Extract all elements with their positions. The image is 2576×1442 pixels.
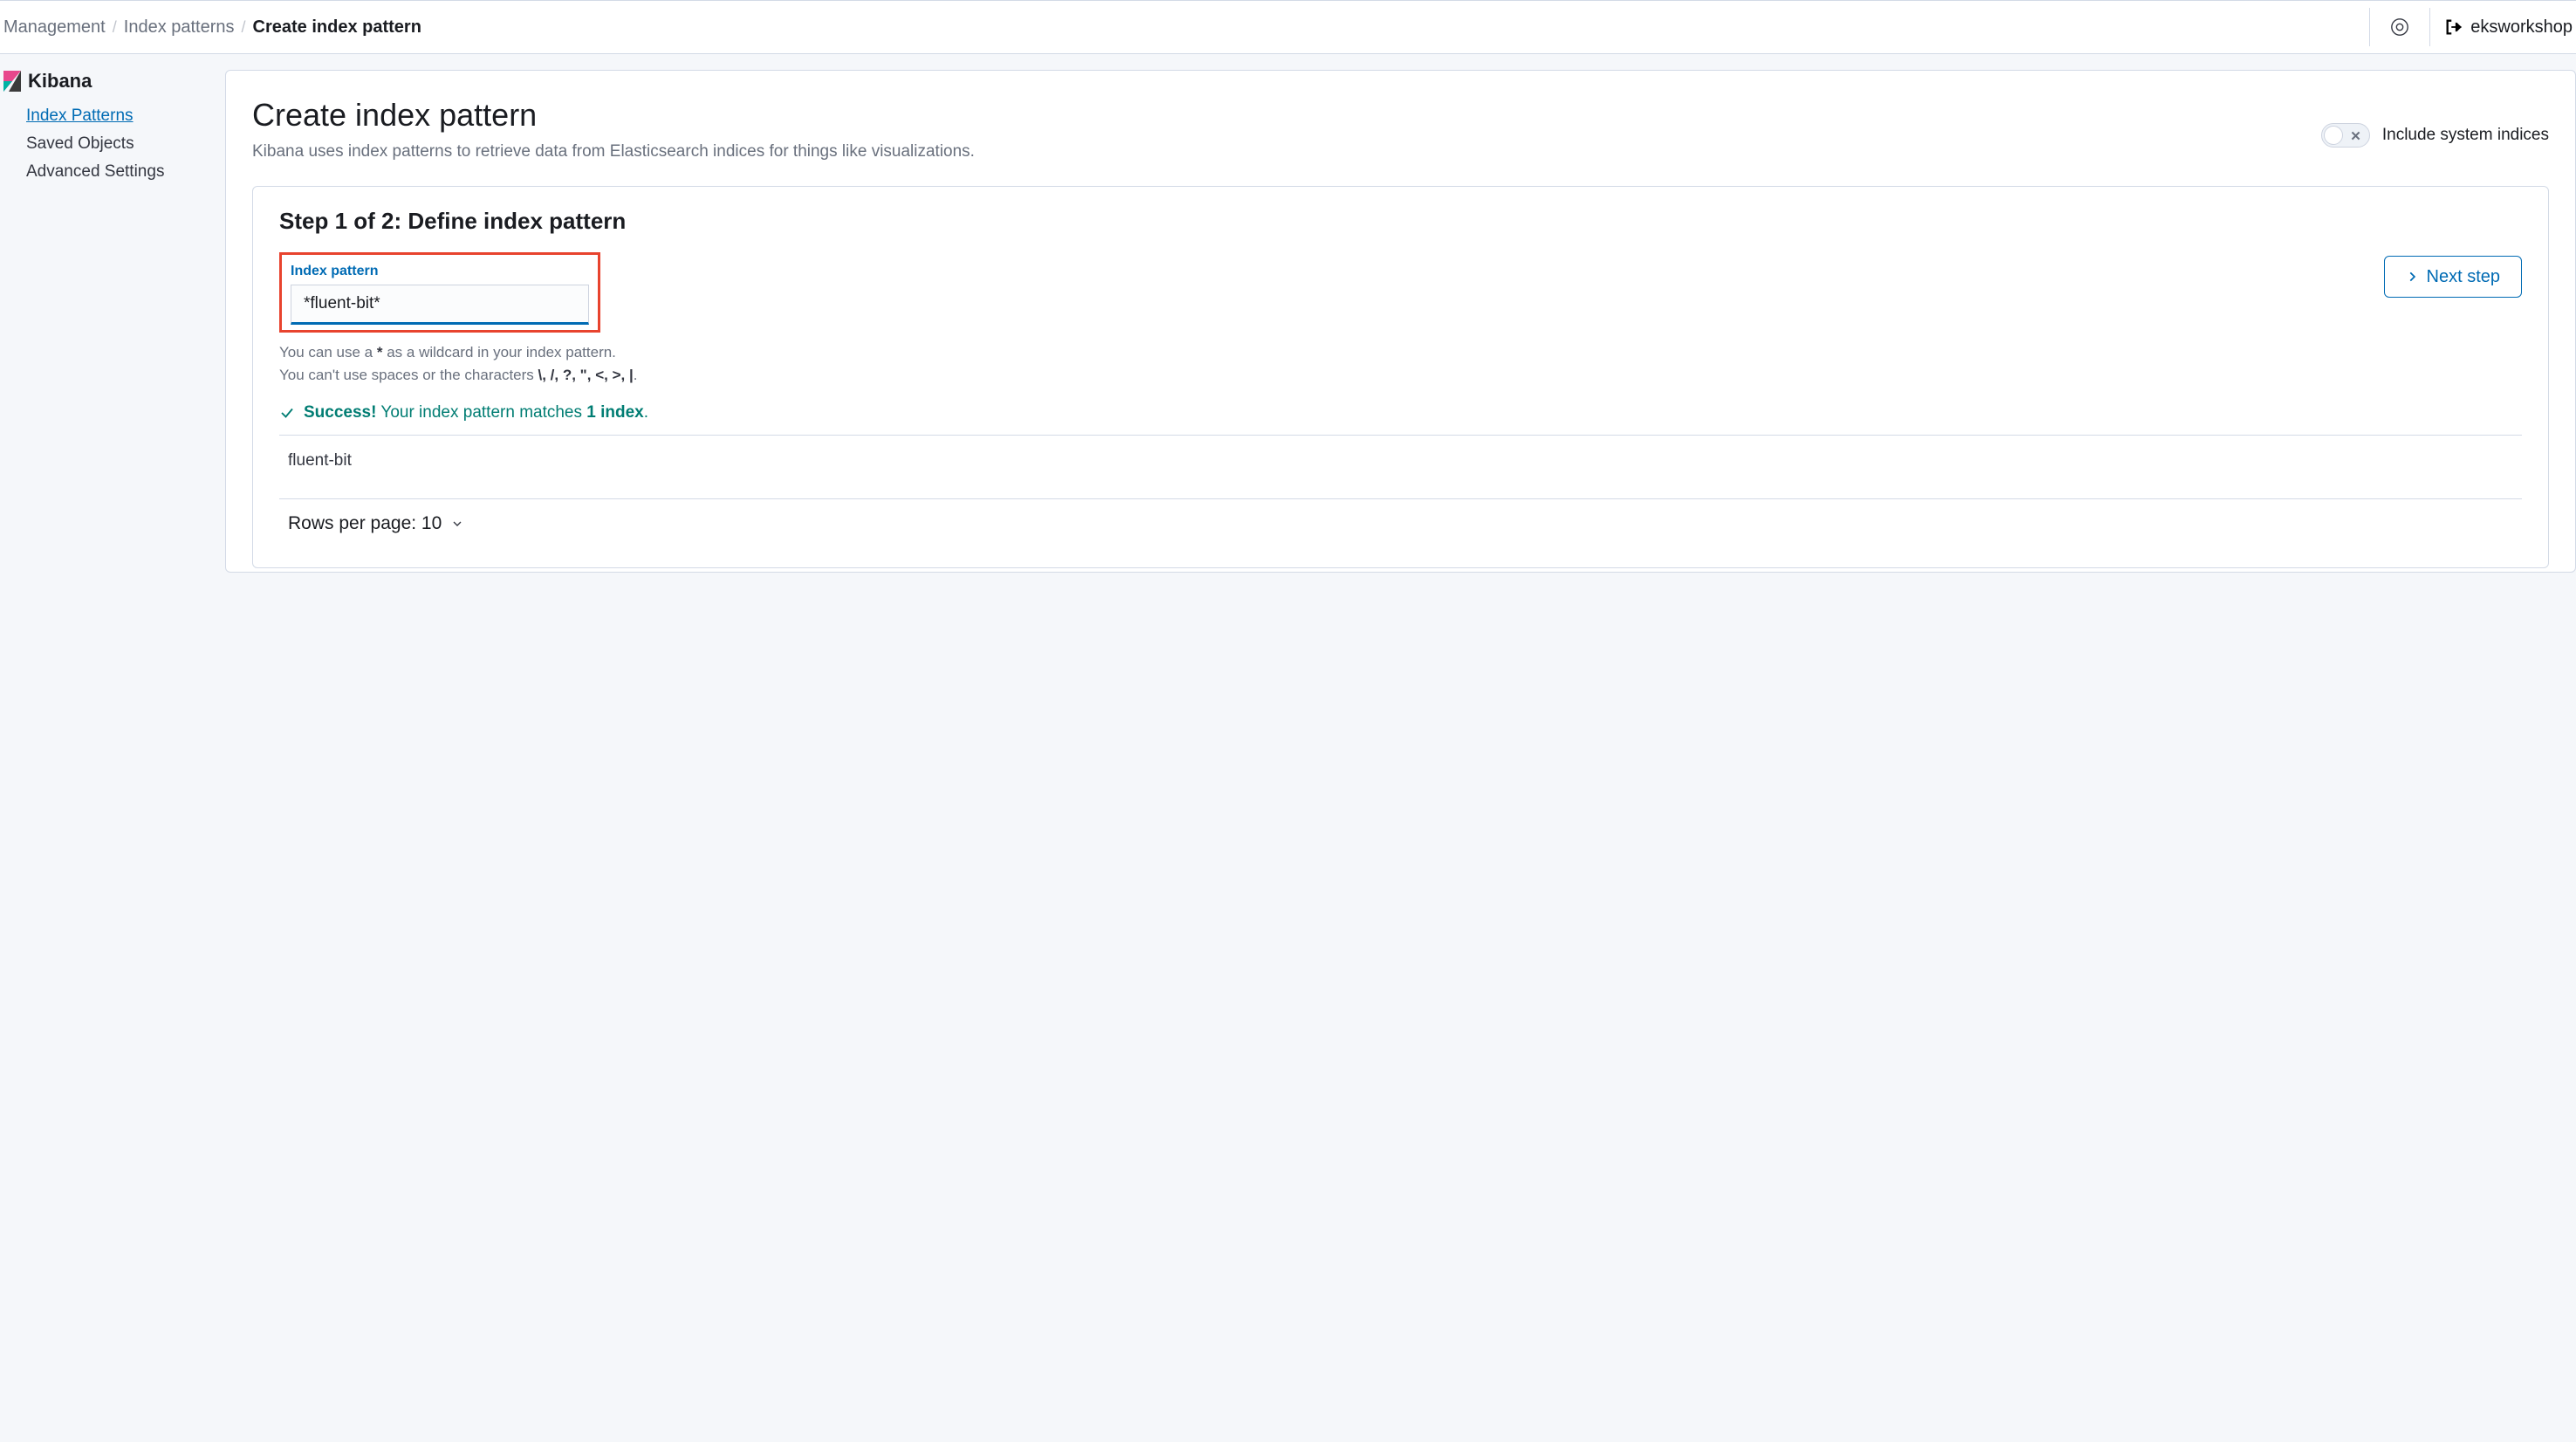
- step-panel: Step 1 of 2: Define index pattern Index …: [252, 186, 2549, 568]
- page-subtitle: Kibana uses index patterns to retrieve d…: [252, 142, 975, 161]
- check-icon: [279, 405, 295, 421]
- match-row: fluent-bit: [279, 436, 2522, 486]
- rows-per-page-selector[interactable]: Rows per page: 10: [279, 499, 2522, 541]
- exit-icon: [2444, 17, 2463, 37]
- sidebar-title: Kibana: [3, 70, 216, 93]
- top-bar: Management / Index patterns / Create ind…: [0, 0, 2576, 54]
- index-pattern-label: Index pattern: [291, 264, 589, 279]
- workspace-switcher[interactable]: eksworkshop: [2444, 17, 2573, 38]
- kibana-logo-icon: [3, 71, 21, 92]
- success-message: Success! Your index pattern matches 1 in…: [279, 403, 2522, 422]
- breadcrumb-index-patterns[interactable]: Index patterns: [124, 17, 235, 38]
- sidebar: Kibana Index Patterns Saved Objects Adva…: [0, 54, 225, 573]
- workspace-name: eksworkshop: [2470, 17, 2573, 38]
- close-icon: ✕: [2350, 128, 2361, 144]
- breadcrumb-management[interactable]: Management: [3, 17, 106, 38]
- breadcrumb-create-index-pattern: Create index pattern: [253, 17, 421, 38]
- divider: [2369, 8, 2370, 46]
- chevron-down-icon: [450, 517, 464, 531]
- sidebar-item-advanced-settings[interactable]: Advanced Settings: [26, 162, 216, 182]
- divider: [2429, 8, 2430, 46]
- step-title: Step 1 of 2: Define index pattern: [279, 208, 2522, 235]
- help-text: You can use a * as a wildcard in your in…: [279, 341, 637, 386]
- toggle-knob: [2324, 126, 2343, 145]
- sidebar-item-saved-objects[interactable]: Saved Objects: [26, 134, 216, 154]
- breadcrumb-sep: /: [113, 18, 117, 37]
- index-pattern-highlight: Index pattern: [279, 252, 600, 333]
- sidebar-item-index-patterns[interactable]: Index Patterns: [26, 106, 216, 126]
- chevron-right-icon: [2406, 271, 2418, 283]
- index-pattern-input[interactable]: [291, 285, 589, 325]
- page-title: Create index pattern: [252, 97, 975, 134]
- toggle-label: Include system indices: [2382, 126, 2549, 145]
- breadcrumb-sep: /: [242, 18, 246, 37]
- help-icon[interactable]: [2384, 11, 2415, 43]
- next-step-button[interactable]: Next step: [2384, 256, 2522, 298]
- top-bar-right: eksworkshop: [2369, 8, 2573, 46]
- include-system-indices-toggle[interactable]: ✕: [2321, 123, 2370, 148]
- content-panel: Create index pattern Kibana uses index p…: [225, 70, 2576, 573]
- breadcrumb: Management / Index patterns / Create ind…: [3, 17, 421, 38]
- main-content: Create index pattern Kibana uses index p…: [225, 54, 2576, 573]
